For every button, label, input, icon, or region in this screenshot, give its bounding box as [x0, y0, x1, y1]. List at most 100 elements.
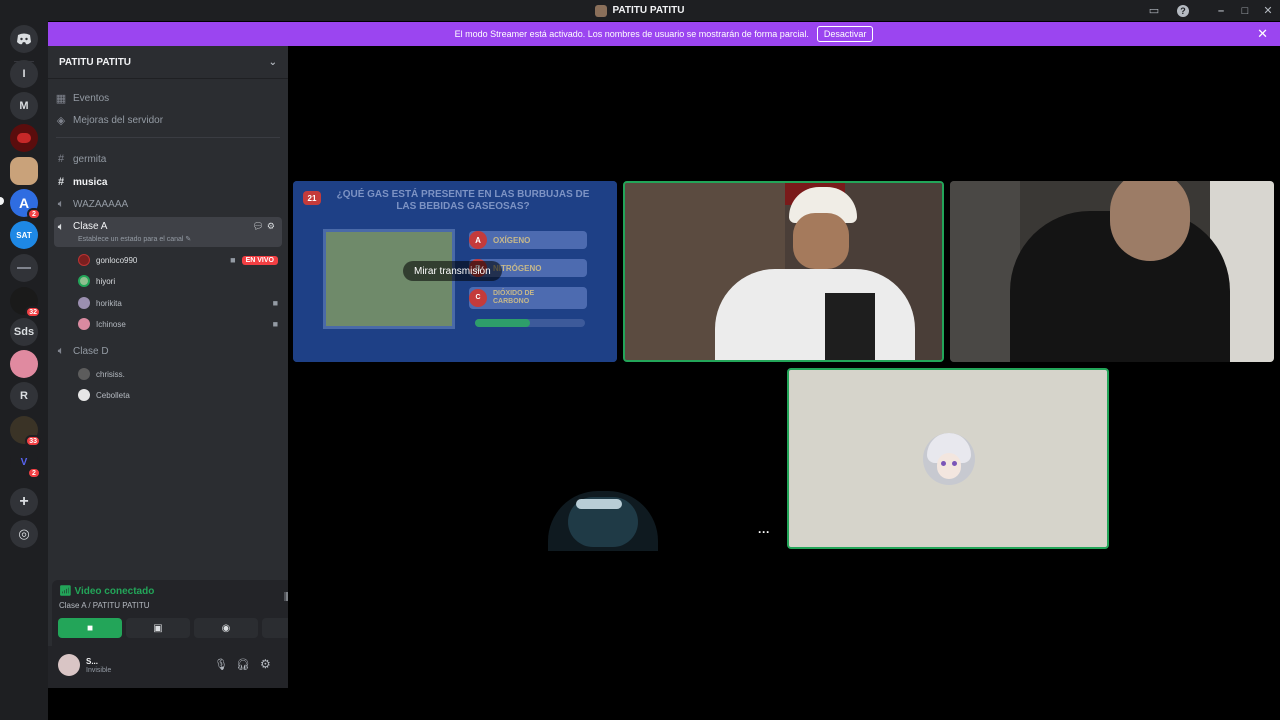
streamer-mode-text: El modo Streamer está activado. Los nomb…: [454, 29, 809, 39]
voice-user-ichinose[interactable]: Ichinose ■: [78, 315, 278, 333]
video-tile[interactable]: [950, 181, 1274, 362]
channel-clase-d[interactable]: 🔈︎ Clase D: [54, 343, 282, 359]
channel-germita[interactable]: # germita: [54, 151, 282, 167]
streamer-mode-banner: El modo Streamer está activado. Los nomb…: [48, 22, 1280, 46]
maximize-icon[interactable]: □: [1237, 0, 1253, 21]
close-window-icon[interactable]: ✕: [1260, 0, 1276, 21]
video-tile-dark[interactable]: [498, 491, 698, 551]
guild-avatar-icon[interactable]: [10, 350, 38, 378]
explore-icon[interactable]: ◎: [10, 520, 38, 548]
guild-folder-icon[interactable]: 33: [10, 416, 41, 447]
channel-divider: [56, 137, 280, 138]
headphones-icon[interactable]: 🎧︎: [236, 658, 250, 671]
stream-tile[interactable]: 21 ¿QUÉ GAS ESTÁ PRESENTE EN LAS BURBUJA…: [293, 181, 617, 362]
pencil-icon: ✎: [185, 236, 192, 243]
deactivate-streamer-button[interactable]: Desactivar: [816, 26, 874, 42]
events-item[interactable]: ▦ Eventos: [54, 90, 282, 106]
guild-sds[interactable]: Sds: [10, 318, 38, 346]
quiz-option-c: C DIÓXIDO DE CARBONO: [469, 287, 587, 309]
guild-avatar-icon[interactable]: 32: [10, 287, 41, 318]
guild-badge: 2: [27, 467, 41, 479]
camera-icon: ■: [272, 298, 278, 308]
header-divider: [48, 78, 288, 79]
guild-a-logo-icon[interactable]: A 2: [10, 189, 41, 220]
guild-i[interactable]: I: [10, 60, 38, 88]
minimize-icon[interactable]: –: [1213, 0, 1229, 21]
speaker-icon: 🔈︎: [57, 221, 65, 233]
camera-toggle-button[interactable]: ■: [58, 618, 122, 638]
screen-share-icon: ▣: [153, 622, 163, 634]
participant-face: [793, 213, 849, 269]
quiz-number: 21: [303, 191, 321, 205]
channel-actions-icons[interactable]: 💬︎⚙: [253, 221, 279, 232]
channel-musica[interactable]: # musica: [54, 174, 282, 190]
participant-avatar: [923, 433, 975, 485]
voice-user-hiyori[interactable]: hiyori: [78, 272, 278, 290]
guild-badge: 2: [27, 208, 41, 220]
guild-line-icon[interactable]: [10, 254, 38, 282]
hash-icon: #: [57, 153, 65, 165]
discord-home-icon[interactable]: [10, 25, 38, 53]
inbox-icon[interactable]: ▭: [1146, 0, 1162, 21]
add-server-icon[interactable]: +: [10, 488, 38, 516]
server-boosts-item[interactable]: ◈ Mejoras del servidor: [54, 112, 282, 128]
guild-red-avatar-icon[interactable]: [10, 124, 38, 152]
channel-wazaaaaa[interactable]: 🔈︎ WAZAAAAA: [54, 196, 282, 212]
guild-avatar-icon[interactable]: [10, 157, 38, 185]
participant-shirt: [715, 269, 915, 360]
video-tile-speaking[interactable]: [623, 181, 944, 362]
more-options-icon[interactable]: ···: [758, 525, 770, 539]
speaker-icon: 🔈︎: [57, 197, 65, 210]
quiz-timer-bar: [475, 319, 585, 327]
title-bar: PATITU PATITU ▭ ? – □ ✕: [0, 0, 1280, 21]
microphone-icon[interactable]: 🎙︎: [214, 658, 228, 671]
voice-user-gonloco990[interactable]: gonloco990 ■ EN VIVO: [78, 251, 278, 269]
server-name: PATITU PATITU: [59, 56, 132, 68]
window-title: PATITU PATITU: [612, 5, 685, 16]
avatar: [78, 275, 90, 287]
channel-status[interactable]: Establece un estado para el canal ✎: [78, 235, 191, 243]
voice-user-chrisiss[interactable]: chrisiss.: [78, 365, 278, 383]
watch-stream-button[interactable]: Mirar transmisión: [403, 261, 502, 281]
avatar: [78, 389, 90, 401]
avatar: [78, 254, 90, 266]
channel-sidebar: PATITU PATITU ⌄ ▦ Eventos ◈ Mejoras del …: [48, 46, 330, 688]
quiz-option-a: A OXÍGENO: [469, 231, 587, 249]
guild-avatar-icon[interactable]: V 2: [10, 448, 41, 479]
share-screen-button[interactable]: ▣: [126, 618, 190, 638]
live-badge: EN VIVO: [241, 255, 278, 265]
video-camera-icon: ■: [86, 622, 94, 634]
avatar: [78, 297, 90, 309]
calendar-icon: ▦: [55, 92, 67, 105]
speaker-icon: 🔈︎: [57, 344, 65, 357]
camera-icon: ■: [230, 255, 236, 265]
guild-badge: 32: [25, 306, 41, 318]
avatar: [78, 368, 90, 380]
boost-icon: ◈: [56, 114, 66, 127]
server-header[interactable]: PATITU PATITU ⌄: [48, 46, 288, 78]
guild-m[interactable]: M: [10, 92, 38, 120]
signal-icon: 📶︎: [59, 586, 72, 597]
voice-user-horikita[interactable]: horikita ■: [78, 294, 278, 312]
hash-icon: #: [57, 176, 65, 188]
guild-bar: I M A 2 SAT 32 Sds R 33 V 2 + ◎: [0, 21, 48, 720]
voice-status[interactable]: 📶︎ Video conectado: [59, 586, 154, 597]
settings-gear-icon[interactable]: ⚙: [260, 657, 271, 671]
voice-user-cebolleta[interactable]: Cebolleta: [78, 386, 278, 404]
voice-location[interactable]: Clase A / PATITU PATITU: [59, 601, 150, 610]
guild-sat[interactable]: SAT: [10, 221, 38, 249]
avatar-tile[interactable]: [787, 368, 1109, 549]
avatar[interactable]: [58, 654, 80, 676]
help-icon[interactable]: ?: [1175, 0, 1191, 21]
activities-button[interactable]: ◉: [194, 618, 258, 638]
avatar: [78, 318, 90, 330]
gamepad-icon: ◉: [221, 622, 231, 634]
guild-r[interactable]: R: [10, 382, 38, 410]
account-panel: S... Invisible 🎙︎ 🎧︎ ⚙: [48, 646, 288, 688]
account-status: Invisible: [86, 667, 112, 674]
quiz-question: ¿QUÉ GAS ESTÁ PRESENTE EN LAS BURBUJAS D…: [336, 189, 590, 212]
chevron-down-icon: ⌄: [268, 56, 277, 68]
guild-badge: 33: [25, 435, 41, 447]
close-banner-icon[interactable]: ✕: [1257, 26, 1268, 42]
participant-hand: [1110, 181, 1190, 261]
